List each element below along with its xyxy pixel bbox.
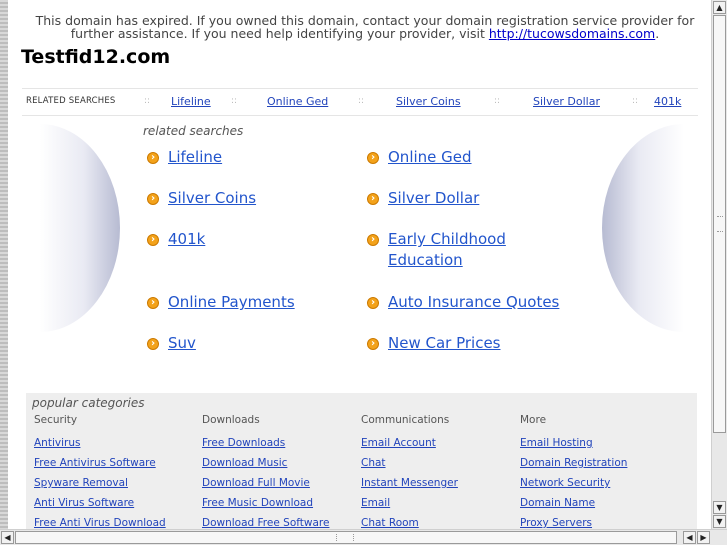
vertical-scrollbar[interactable]: ▲ ▼ ▼ <box>711 0 727 530</box>
scroll-up-icon[interactable]: ▲ <box>713 1 726 14</box>
related-search-link[interactable]: Online Ged <box>388 148 472 166</box>
related-bar-link[interactable]: Lifeline <box>171 95 211 108</box>
category-link[interactable]: Network Security <box>520 474 627 494</box>
related-bar-link[interactable]: Silver Dollar <box>533 95 600 108</box>
scroll-left-icon[interactable]: ◀ <box>1 531 14 544</box>
notice-suffix: . <box>655 26 660 41</box>
category-column-more: More Email Hosting Domain Registration N… <box>520 414 627 534</box>
separator: :: <box>358 96 365 106</box>
category-heading: Communications <box>361 414 450 426</box>
related-search-item[interactable]: › Silver Dollar <box>367 188 479 209</box>
related-search-link[interactable]: Early Childhood Education <box>388 230 506 269</box>
category-column-security: Security Antivirus Free Antivirus Softwa… <box>34 414 166 534</box>
related-bar-link[interactable]: Silver Coins <box>396 95 461 108</box>
related-search-link[interactable]: Lifeline <box>168 148 222 166</box>
related-search-link[interactable]: Online Payments <box>168 293 295 311</box>
category-link[interactable]: Free Antivirus Software <box>34 454 166 474</box>
related-bar-link[interactable]: 401k <box>654 95 681 108</box>
arrow-circle-icon: › <box>147 193 159 205</box>
related-bar-link[interactable]: Online Ged <box>267 95 328 108</box>
related-searches-title: related searches <box>143 124 244 138</box>
scroll-left-icon[interactable]: ◀ <box>683 531 696 544</box>
arrow-circle-icon: › <box>367 297 379 309</box>
site-title: Testfid12.com <box>21 46 171 68</box>
category-link[interactable]: Spyware Removal <box>34 474 166 494</box>
separator: :: <box>494 96 501 106</box>
related-search-item[interactable]: › Suv <box>147 333 196 354</box>
arrow-circle-icon: › <box>367 338 379 350</box>
category-column-downloads: Downloads Free Downloads Download Music … <box>202 414 329 534</box>
arrow-circle-icon: › <box>147 338 159 350</box>
decorative-curve-left <box>40 124 120 332</box>
grip-icon <box>336 534 354 541</box>
related-bar-label: RELATED SEARCHES <box>26 96 116 106</box>
arrow-circle-icon: › <box>367 234 379 246</box>
arrow-circle-icon: › <box>367 152 379 164</box>
grip-icon <box>717 216 723 232</box>
related-search-item[interactable]: › Auto Insurance Quotes <box>367 292 559 313</box>
popular-categories-panel: popular categories Security Antivirus Fr… <box>26 393 697 533</box>
related-search-item[interactable]: › New Car Prices <box>367 333 501 354</box>
related-search-link[interactable]: Silver Coins <box>168 189 256 207</box>
category-link[interactable]: Chat <box>361 454 458 474</box>
category-heading: Security <box>34 414 78 426</box>
related-search-item[interactable]: › Silver Coins <box>147 188 256 209</box>
category-link[interactable]: Email Account <box>361 434 458 454</box>
related-search-link[interactable]: Suv <box>168 334 196 352</box>
related-searches-panel: related searches › Lifeline › Online Ged… <box>22 118 698 376</box>
scroll-down-icon[interactable]: ▼ <box>713 501 726 514</box>
popular-categories-title: popular categories <box>32 396 145 410</box>
related-search-item[interactable]: › Early Childhood Education <box>367 229 558 271</box>
category-link[interactable]: Domain Registration <box>520 454 627 474</box>
category-link[interactable]: Free Music Download <box>202 494 329 514</box>
separator: :: <box>632 96 639 106</box>
category-link[interactable]: Free Downloads <box>202 434 329 454</box>
separator: :: <box>144 96 151 106</box>
related-search-item[interactable]: › Lifeline <box>147 147 222 168</box>
category-link[interactable]: Antivirus <box>34 434 166 454</box>
arrow-circle-icon: › <box>147 297 159 309</box>
related-search-item[interactable]: › Online Payments <box>147 292 295 313</box>
related-search-link[interactable]: 401k <box>168 230 205 248</box>
arrow-circle-icon: › <box>367 193 379 205</box>
category-link[interactable]: Anti Virus Software <box>34 494 166 514</box>
category-link[interactable]: Download Music <box>202 454 329 474</box>
horizontal-scroll-thumb[interactable] <box>15 531 677 544</box>
related-search-item[interactable]: › 401k <box>147 229 205 250</box>
decorative-curve-right <box>602 124 684 332</box>
window-left-edge <box>0 0 8 530</box>
horizontal-scrollbar[interactable]: ◀ ◀ ▶ <box>0 529 727 545</box>
notice-link[interactable]: http://tucowsdomains.com <box>489 26 655 41</box>
category-heading: More <box>520 414 547 426</box>
scroll-down-icon[interactable]: ▼ <box>713 515 726 528</box>
category-link[interactable]: Email <box>361 494 458 514</box>
related-search-link[interactable]: Silver Dollar <box>388 189 479 207</box>
arrow-circle-icon: › <box>147 152 159 164</box>
category-link[interactable]: Instant Messenger <box>361 474 458 494</box>
arrow-circle-icon: › <box>147 234 159 246</box>
related-searches-bar: RELATED SEARCHES :: Lifeline :: Online G… <box>22 88 698 116</box>
vertical-scroll-thumb[interactable] <box>713 15 726 433</box>
scroll-right-icon[interactable]: ▶ <box>697 531 710 544</box>
category-heading: Downloads <box>202 414 260 426</box>
related-search-item[interactable]: › Online Ged <box>367 147 472 168</box>
category-link[interactable]: Email Hosting <box>520 434 627 454</box>
related-search-link[interactable]: Auto Insurance Quotes <box>388 293 559 311</box>
category-column-communications: Communications Email Account Chat Instan… <box>361 414 458 534</box>
category-link[interactable]: Download Full Movie <box>202 474 329 494</box>
separator: :: <box>231 96 238 106</box>
related-search-link[interactable]: New Car Prices <box>388 334 501 352</box>
expired-notice: This domain has expired. If you owned th… <box>20 14 710 40</box>
category-link[interactable]: Domain Name <box>520 494 627 514</box>
